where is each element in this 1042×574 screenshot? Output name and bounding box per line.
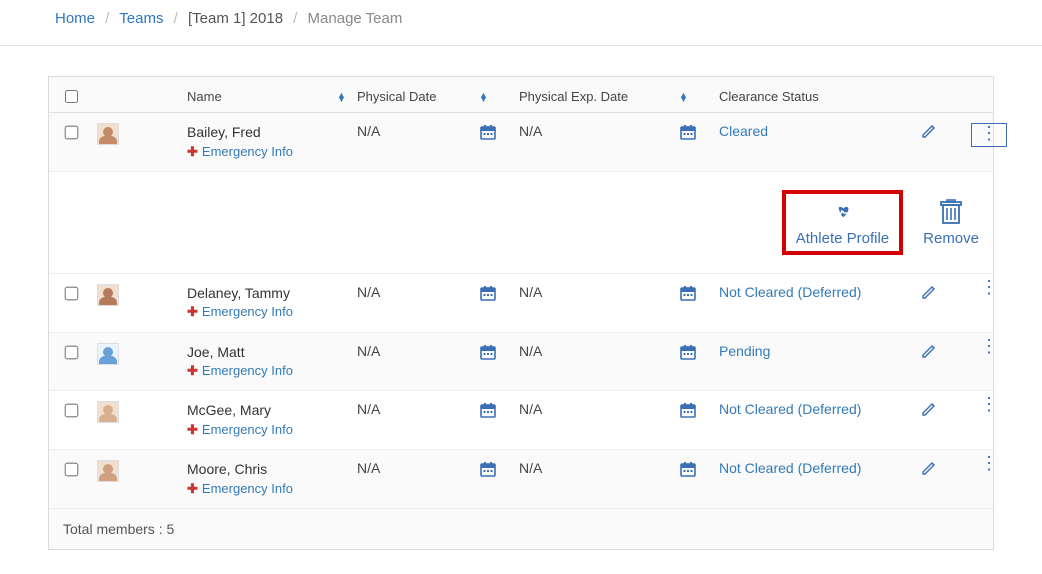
row-checkbox[interactable] <box>61 343 97 362</box>
row-action-menu: Athlete Profile Remove <box>49 172 993 274</box>
team-table: Name ▲▼ Physical Date ▲▼ Physical Exp. D… <box>48 76 994 550</box>
avatar <box>97 343 187 368</box>
sort-physexp-icon[interactable]: ▲▼ <box>679 93 711 101</box>
calendar-icon[interactable] <box>479 401 519 422</box>
medical-cross-icon: ✚ <box>187 304 198 319</box>
row-checkbox[interactable] <box>61 401 97 420</box>
breadcrumb-sep: / <box>174 10 178 27</box>
heart-pulse-icon <box>828 198 856 226</box>
table-row: Bailey, Fred ✚Emergency Info N/A N/A Cle… <box>49 113 993 172</box>
trash-icon <box>937 198 965 226</box>
athlete-name: McGee, Mary <box>187 401 337 421</box>
clearance-status[interactable]: Not Cleared (Deferred) <box>719 401 899 417</box>
calendar-icon[interactable] <box>679 123 719 144</box>
emergency-info-link[interactable]: ✚Emergency Info <box>187 421 337 439</box>
name-cell: Moore, Chris ✚Emergency Info <box>187 460 337 498</box>
athlete-profile-button[interactable]: Athlete Profile <box>782 190 903 255</box>
physical-date: N/A <box>357 123 479 139</box>
breadcrumb-sep: / <box>293 10 297 27</box>
athlete-name: Delaney, Tammy <box>187 284 337 304</box>
medical-cross-icon: ✚ <box>187 363 198 378</box>
physical-date: N/A <box>357 343 479 359</box>
clearance-status[interactable]: Cleared <box>719 123 899 139</box>
more-menu-icon[interactable]: ⋮ <box>959 284 1019 290</box>
row-checkbox[interactable] <box>61 460 97 479</box>
avatar <box>97 284 187 309</box>
calendar-icon[interactable] <box>679 401 719 422</box>
breadcrumb-home[interactable]: Home <box>55 10 95 27</box>
calendar-icon[interactable] <box>679 284 719 305</box>
name-cell: McGee, Mary ✚Emergency Info <box>187 401 337 439</box>
emergency-info-link[interactable]: ✚Emergency Info <box>187 143 337 161</box>
sort-physdate-icon[interactable]: ▲▼ <box>479 93 511 101</box>
medical-cross-icon: ✚ <box>187 481 198 496</box>
calendar-icon[interactable] <box>479 460 519 481</box>
breadcrumb-sep: / <box>105 10 109 27</box>
col-physical-exp: Physical Exp. Date <box>519 89 679 104</box>
more-menu-icon[interactable]: ⋮ <box>959 401 1019 407</box>
avatar <box>97 123 187 148</box>
table-row: McGee, Mary ✚Emergency Info N/A N/A Not … <box>49 391 993 450</box>
more-menu-icon[interactable]: ⋮ <box>959 460 1019 466</box>
col-physical-date: Physical Date <box>357 89 479 104</box>
calendar-icon[interactable] <box>679 460 719 481</box>
physical-exp-date: N/A <box>519 284 679 300</box>
physical-exp-date: N/A <box>519 343 679 359</box>
col-clearance: Clearance Status <box>719 89 899 104</box>
edit-icon[interactable] <box>899 343 959 362</box>
calendar-icon[interactable] <box>479 123 519 144</box>
avatar <box>97 401 187 426</box>
row-checkbox[interactable] <box>61 284 97 303</box>
athlete-name: Moore, Chris <box>187 460 337 480</box>
edit-icon[interactable] <box>899 123 959 142</box>
more-menu-icon[interactable]: ⋮ <box>959 343 1019 349</box>
athlete-name: Bailey, Fred <box>187 123 337 143</box>
table-footer: Total members : 5 <box>49 509 993 549</box>
breadcrumb-teams[interactable]: Teams <box>119 10 163 27</box>
table-row: Delaney, Tammy ✚Emergency Info N/A N/A N… <box>49 274 993 333</box>
edit-icon[interactable] <box>899 401 959 420</box>
medical-cross-icon: ✚ <box>187 422 198 437</box>
avatar <box>97 460 187 485</box>
calendar-icon[interactable] <box>479 343 519 364</box>
calendar-icon[interactable] <box>679 343 719 364</box>
breadcrumb-team: [Team 1] 2018 <box>188 10 283 27</box>
table-row: Joe, Matt ✚Emergency Info N/A N/A Pendin… <box>49 333 993 392</box>
physical-date: N/A <box>357 284 479 300</box>
name-cell: Delaney, Tammy ✚Emergency Info <box>187 284 337 322</box>
breadcrumb-current: Manage Team <box>308 10 403 27</box>
sort-name-icon[interactable]: ▲▼ <box>337 93 349 101</box>
physical-exp-date: N/A <box>519 460 679 476</box>
physical-date: N/A <box>357 401 479 417</box>
emergency-info-link[interactable]: ✚Emergency Info <box>187 362 337 380</box>
name-cell: Bailey, Fred ✚Emergency Info <box>187 123 337 161</box>
name-cell: Joe, Matt ✚Emergency Info <box>187 343 337 381</box>
medical-cross-icon: ✚ <box>187 144 198 159</box>
emergency-info-link[interactable]: ✚Emergency Info <box>187 480 337 498</box>
athlete-name: Joe, Matt <box>187 343 337 363</box>
physical-exp-date: N/A <box>519 123 679 139</box>
table-row: Moore, Chris ✚Emergency Info N/A N/A Not… <box>49 450 993 509</box>
emergency-info-link[interactable]: ✚Emergency Info <box>187 303 337 321</box>
breadcrumb: Home / Teams / [Team 1] 2018 / Manage Te… <box>0 0 1042 46</box>
clearance-status[interactable]: Not Cleared (Deferred) <box>719 284 899 300</box>
row-checkbox[interactable] <box>61 123 97 142</box>
clearance-status[interactable]: Pending <box>719 343 899 359</box>
calendar-icon[interactable] <box>479 284 519 305</box>
remove-button[interactable]: Remove <box>923 198 979 247</box>
select-all-checkbox[interactable] <box>61 87 97 106</box>
more-menu-icon[interactable]: ⋮ <box>971 123 1007 147</box>
physical-date: N/A <box>357 460 479 476</box>
edit-icon[interactable] <box>899 284 959 303</box>
edit-icon[interactable] <box>899 460 959 479</box>
col-name: Name <box>187 89 337 104</box>
table-header: Name ▲▼ Physical Date ▲▼ Physical Exp. D… <box>49 77 993 113</box>
physical-exp-date: N/A <box>519 401 679 417</box>
clearance-status[interactable]: Not Cleared (Deferred) <box>719 460 899 476</box>
